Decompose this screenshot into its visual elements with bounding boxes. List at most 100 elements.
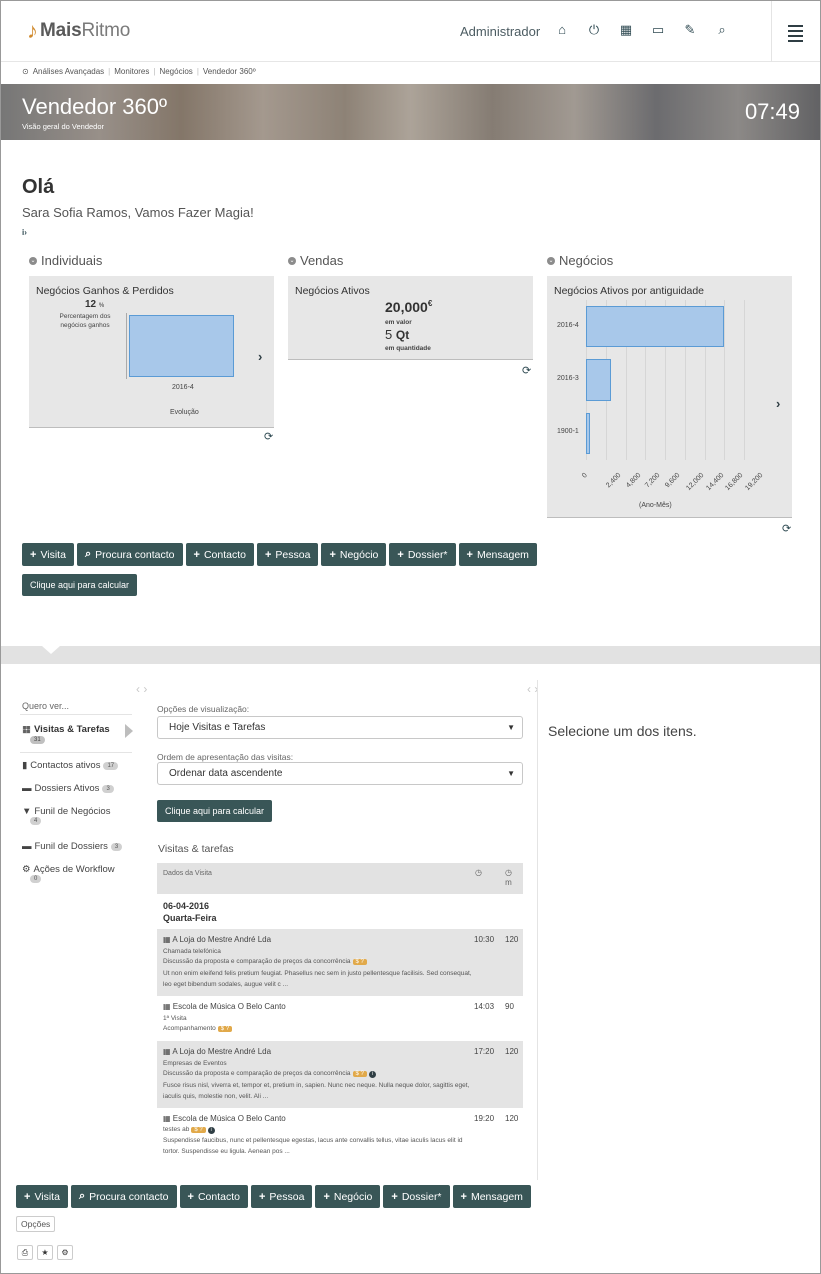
caret-down-icon: ▼ bbox=[507, 769, 515, 778]
top-action-button[interactable]: + Mensagem bbox=[458, 543, 537, 566]
breadcrumb: ⊙ Análises Avançadas | Monitores | Negócio… bbox=[22, 67, 256, 76]
order-label: Ordem de apresentação das visitas: bbox=[157, 752, 294, 762]
breadcrumb-home-icon[interactable]: ⊙ bbox=[22, 67, 29, 76]
search-icon[interactable]: ⌕ bbox=[714, 22, 730, 38]
order-select[interactable]: Ordenar data ascendente ▼ bbox=[157, 762, 523, 785]
panel-title: Negócios Ganhos & Perdidos bbox=[36, 285, 174, 297]
select-value: Ordenar data ascendente bbox=[169, 768, 283, 779]
info-toggle-icon[interactable]: i› bbox=[22, 228, 27, 237]
visit-row[interactable]: ▦ Escola de Música O Belo Canto 14:03 90… bbox=[157, 996, 523, 1041]
qty-amount: 5 bbox=[385, 327, 393, 342]
user-name-link[interactable]: Administrador bbox=[460, 24, 540, 39]
visit-title: A Loja do Mestre André Lda bbox=[172, 1047, 272, 1056]
calendar-icon: ▦ bbox=[163, 935, 171, 944]
x-tick-label: 0 bbox=[581, 472, 589, 480]
visit-minutes: 120 bbox=[505, 1047, 519, 1056]
action-label: Mensagem bbox=[470, 1190, 523, 1203]
weekday: Quarta-Feira bbox=[163, 913, 217, 923]
bottom-action-button[interactable]: + Visita bbox=[16, 1185, 68, 1208]
bottom-action-button[interactable]: ⌕ Procura contacto bbox=[70, 1185, 177, 1208]
breadcrumb-item[interactable]: Negócios bbox=[159, 67, 192, 76]
plus-icon: + bbox=[397, 548, 404, 561]
calendar-icon[interactable]: ▭ bbox=[650, 22, 666, 38]
calendar-icon: ▦ bbox=[163, 1047, 171, 1056]
gear-icon[interactable]: ⚙ bbox=[57, 1245, 73, 1260]
print-icon[interactable]: ⎙ bbox=[17, 1245, 33, 1260]
refresh-icon[interactable]: ⟳ bbox=[264, 430, 273, 443]
nav-item-contactos[interactable]: ▮ Contactos ativos 17 bbox=[22, 760, 119, 771]
visit-row[interactable]: ▦ Escola de Música O Belo Canto 19:20 12… bbox=[157, 1108, 523, 1164]
power-icon[interactable]: ⏻ bbox=[586, 22, 602, 38]
search-icon: ⌕ bbox=[78, 1190, 86, 1202]
visit-type: testes ab bbox=[163, 1126, 190, 1133]
star-icon[interactable]: ★ bbox=[37, 1245, 53, 1260]
visit-desc: Discussão da proposta e comparação de pr… bbox=[163, 958, 351, 965]
y-axis bbox=[126, 313, 127, 379]
x-tick-label: 19,200 bbox=[744, 472, 765, 493]
nav-item-visitas[interactable]: ▦ Visitas & Tarefas bbox=[22, 724, 110, 735]
chart-bar bbox=[586, 412, 591, 455]
nav-item-label: Ações de Workflow bbox=[33, 864, 115, 875]
money-tag[interactable]: $ ? bbox=[352, 1071, 367, 1077]
nav-item-funil-dossiers[interactable]: ▬ Funil de Dossiers 3 bbox=[22, 841, 123, 852]
bottom-action-button[interactable]: + Dossier* bbox=[383, 1185, 450, 1208]
nav-item-label: Funil de Negócios bbox=[34, 806, 111, 817]
visit-row[interactable]: ▦ A Loja do Mestre André Lda 10:30 120 C… bbox=[157, 929, 523, 996]
top-action-button[interactable]: + Dossier* bbox=[389, 543, 456, 566]
section-negocios-header[interactable]: ⌄ Negócios bbox=[547, 253, 613, 268]
info-icon[interactable]: i bbox=[207, 1127, 215, 1134]
wrench-icon[interactable]: ✎ bbox=[682, 22, 698, 38]
clock: 07:49 bbox=[744, 99, 800, 124]
logo[interactable]: ♪ MaisRitmo bbox=[27, 20, 130, 42]
money-tag[interactable]: $ ? bbox=[352, 959, 367, 965]
action-toolbar: + Visita ⌕ Procura contacto + Contacto + Pessoa… bbox=[22, 543, 537, 566]
top-action-button[interactable]: + Pessoa bbox=[256, 543, 319, 566]
bottom-action-button[interactable]: + Mensagem bbox=[452, 1185, 531, 1208]
greeting-message: Sara Sofia Ramos, Vamos Fazer Magia! bbox=[22, 205, 254, 220]
plus-icon: + bbox=[187, 1190, 194, 1203]
value-caption: em valor bbox=[385, 319, 412, 326]
grid-icon[interactable]: ▦ bbox=[618, 22, 634, 38]
home-icon[interactable]: ⌂ bbox=[554, 22, 570, 38]
money-tag[interactable]: $ ? bbox=[217, 1026, 233, 1032]
bottom-action-button[interactable]: + Pessoa bbox=[250, 1185, 313, 1208]
top-action-button[interactable]: ⌕ Procura contacto bbox=[76, 543, 183, 566]
refresh-icon[interactable]: ⟳ bbox=[522, 364, 531, 377]
plus-icon: + bbox=[460, 1190, 467, 1203]
nav-item-dossiers[interactable]: ▬ Dossiers Ativos 3 bbox=[22, 783, 114, 794]
nav-divider bbox=[20, 714, 132, 715]
nav-item-funil-negocios[interactable]: ▼ Funil de Negócios bbox=[22, 806, 110, 817]
action-label: Negócio bbox=[339, 548, 379, 561]
refresh-icon[interactable]: ⟳ bbox=[782, 522, 791, 535]
action-label: Procura contacto bbox=[95, 548, 175, 561]
want-to-see-label: Quero ver... bbox=[22, 701, 70, 711]
brand-suffix: Ritmo bbox=[81, 20, 131, 41]
calculate-button[interactable]: Clique aqui para calcular bbox=[157, 800, 273, 822]
calendar-icon: ▦ bbox=[163, 1002, 171, 1011]
calculate-button[interactable]: Clique aqui para calcular bbox=[22, 574, 138, 596]
options-button[interactable]: Opções bbox=[16, 1216, 56, 1232]
visit-desc: Discussão da proposta e comparação de pr… bbox=[163, 1070, 351, 1077]
brand-prefix: Mais bbox=[40, 20, 82, 41]
search-icon: ⌕ bbox=[84, 548, 92, 560]
bottom-action-button[interactable]: + Negócio bbox=[315, 1185, 381, 1208]
breadcrumb-item[interactable]: Análises Avançadas bbox=[33, 67, 104, 76]
top-action-button[interactable]: + Visita bbox=[22, 543, 74, 566]
nav-item-workflow[interactable]: ⚙ Ações de Workflow bbox=[22, 864, 115, 875]
chevron-right-icon[interactable]: › bbox=[776, 396, 780, 411]
info-icon[interactable]: i bbox=[368, 1071, 376, 1078]
breadcrumb-item[interactable]: Monitores bbox=[114, 67, 149, 76]
top-action-button[interactable]: + Negócio bbox=[321, 543, 387, 566]
top-action-button[interactable]: + Contacto bbox=[185, 543, 254, 566]
prev-next-icon[interactable]: ‹ › bbox=[136, 682, 147, 696]
money-tag[interactable]: $ ? bbox=[191, 1127, 206, 1133]
section-individuais-header[interactable]: ⌄ Individuais bbox=[29, 253, 102, 268]
plus-icon: + bbox=[24, 1190, 31, 1203]
minutes-unit: m bbox=[505, 878, 512, 887]
visit-row[interactable]: ▦ A Loja do Mestre André Lda 17:20 120 E… bbox=[157, 1041, 523, 1108]
bottom-action-button[interactable]: + Contacto bbox=[179, 1185, 248, 1208]
view-options-select[interactable]: Hoje Visitas e Tarefas ▼ bbox=[157, 716, 523, 739]
section-vendas-header[interactable]: ⌄ Vendas bbox=[288, 253, 343, 268]
chevron-right-icon[interactable]: › bbox=[258, 349, 262, 364]
menu-icon[interactable] bbox=[788, 25, 803, 45]
